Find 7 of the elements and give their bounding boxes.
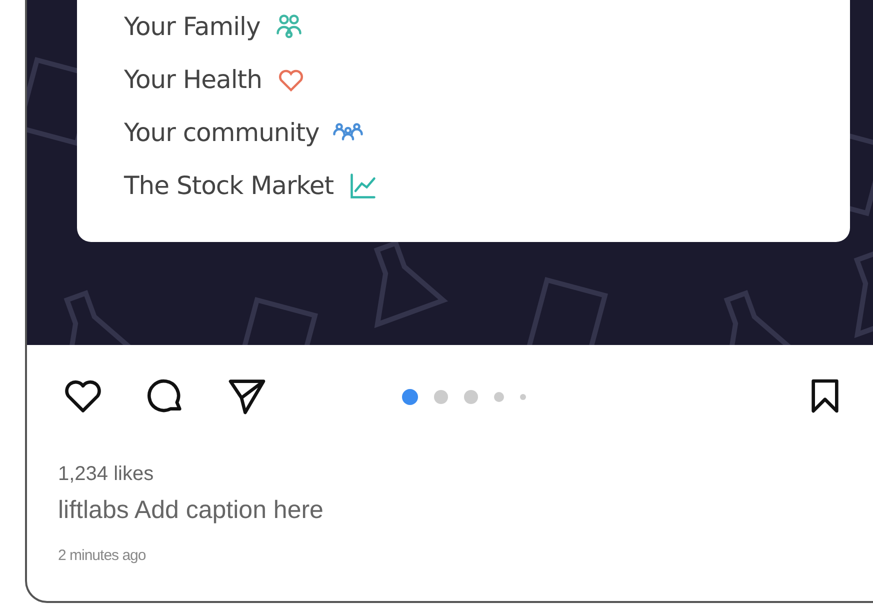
list-item-label: Your community [124, 118, 320, 147]
list-item-label: Your Health [124, 65, 262, 94]
list-item-label: Your Family [124, 12, 260, 41]
timestamp: 2 minutes ago [57, 547, 147, 564]
caption: liftlabs Add caption here [57, 496, 324, 525]
likes-count: 1,234 likes [57, 463, 155, 486]
list-item-label: The Stock Market [124, 171, 334, 200]
